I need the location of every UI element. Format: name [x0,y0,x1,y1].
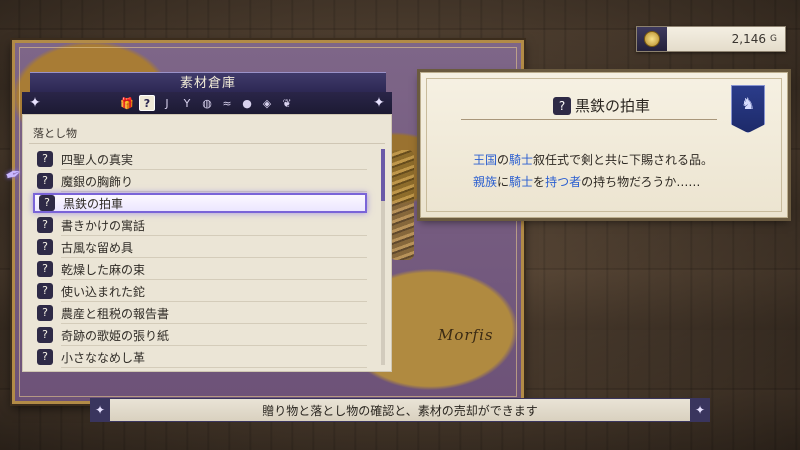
seed-icon[interactable]: ◍ [199,95,215,111]
lost-item-bag-icon: ? [37,261,53,277]
lost-item-bag-icon[interactable]: ? [139,95,155,111]
keyword[interactable]: 騎士 [509,175,533,189]
hook-icon[interactable]: J [159,95,175,111]
vegetable-icon[interactable]: ● [239,95,255,111]
lost-item-bag-icon: ? [37,173,53,189]
next-category-icon[interactable]: ✦ [372,96,386,110]
item-list-panel: 落とし物 ? 四聖人の真実? 魔銀の胸飾り? 黒鉄の拍車? 書きかけの寓話? 古風な留め具… [22,114,392,372]
lost-item-bag-icon: ? [37,239,53,255]
house-crest-banner-icon: ♞ [731,85,765,133]
scrollbar-thumb[interactable] [381,149,385,201]
ore-icon[interactable]: ◈ [259,95,275,111]
map-region-label: Morfis [438,326,494,344]
lost-item-bag-icon: ? [37,283,53,299]
item-name: 小さななめし革 [61,350,146,365]
section-heading: 落とし物 [33,127,77,140]
description-line-1: 王国の騎士叙任式で剣と共に下賜される品。 [473,151,713,168]
desc-text: の持ち物だろうか…… [581,175,701,189]
desc-text: を [533,175,546,189]
fish-icon[interactable]: ≈ [219,95,235,111]
list-item[interactable]: ? 古風な留め具 [33,237,367,258]
item-name: 使い込まれた鉈 [61,284,146,299]
gold-display: 2,146 G [636,26,786,52]
gold-amount: 2,146 [731,32,767,46]
chain-decoration [390,150,414,260]
item-name: 奇跡の歌姫の張り紙 [61,328,170,343]
list-item[interactable]: ? 使い込まれた鉈 [33,281,367,302]
keyword[interactable]: 持つ者 [545,175,581,189]
sprout-icon[interactable]: Y [179,95,195,111]
keyword[interactable]: 騎士 [509,153,533,167]
leaf-icon[interactable]: ❦ [279,95,295,111]
detail-title: ? 黒鉄の拍車 [553,95,650,116]
lost-item-bag-icon: ? [39,195,55,211]
help-bar: ✦ 贈り物と落とし物の確認と、素材の売却ができます ✦ [90,398,710,422]
sparkle-icon: ✦ [90,398,110,422]
help-text: 贈り物と落とし物の確認と、素材の売却ができます [262,403,538,418]
lost-item-bag-icon: ? [37,217,53,233]
item-name: 四聖人の真実 [61,152,134,167]
item-detail-panel: ? 黒鉄の拍車 ♞ 王国の騎士叙任式で剣と共に下賜される品。 親族に騎士を持つ者… [420,72,788,218]
prev-category-icon[interactable]: ✦ [28,96,42,110]
lost-item-bag-icon: ? [37,305,53,321]
list-item[interactable]: ? 農産と租税の報告書 [33,303,367,324]
list-item[interactable]: ? 黒鉄の拍車 [33,193,367,213]
item-name: 古風な留め具 [61,240,134,255]
gold-coin-icon [637,27,667,51]
list-item[interactable]: ? 乾燥した麻の束 [33,259,367,280]
lost-item-bag-icon: ? [553,96,571,115]
keyword[interactable]: 王国 [473,153,497,167]
detail-title-text: 黒鉄の拍車 [575,97,651,115]
list-item[interactable]: ? 書きかけの寓話 [33,215,367,236]
item-name: 乾燥した麻の束 [61,262,146,277]
divider [461,119,717,120]
desc-text: 叙任式で剣と共に下賜される品。 [533,153,714,167]
item-name: 魔銀の胸飾り [61,174,134,189]
gift-icon[interactable]: 🎁 [119,95,135,111]
keyword[interactable]: 親族 [473,175,497,189]
item-name: 書きかけの寓話 [61,218,146,233]
lost-item-bag-icon: ? [37,349,53,365]
divider [29,143,385,144]
gold-unit: G [770,34,777,44]
item-name: 黒鉄の拍車 [63,196,124,211]
list-item[interactable]: ? 小さななめし革 [33,347,367,368]
description-line-2: 親族に騎士を持つ者の持ち物だろうか…… [473,173,700,190]
lost-item-bag-icon: ? [37,151,53,167]
list-item[interactable]: ? 魔銀の胸飾り [33,171,367,192]
sparkle-icon: ✦ [690,398,710,422]
list-item[interactable]: ? 奇跡の歌姫の張り紙 [33,325,367,346]
desc-text: に [497,175,510,189]
list-item[interactable]: ? 四聖人の真実 [33,149,367,170]
lost-item-bag-icon: ? [37,327,53,343]
category-tabs: ✦ ✦ 🎁? J Y ◍ ≈ ● ◈ ❦ [22,92,392,114]
item-name: 農産と租税の報告書 [61,306,170,321]
desc-text: の [497,153,510,167]
